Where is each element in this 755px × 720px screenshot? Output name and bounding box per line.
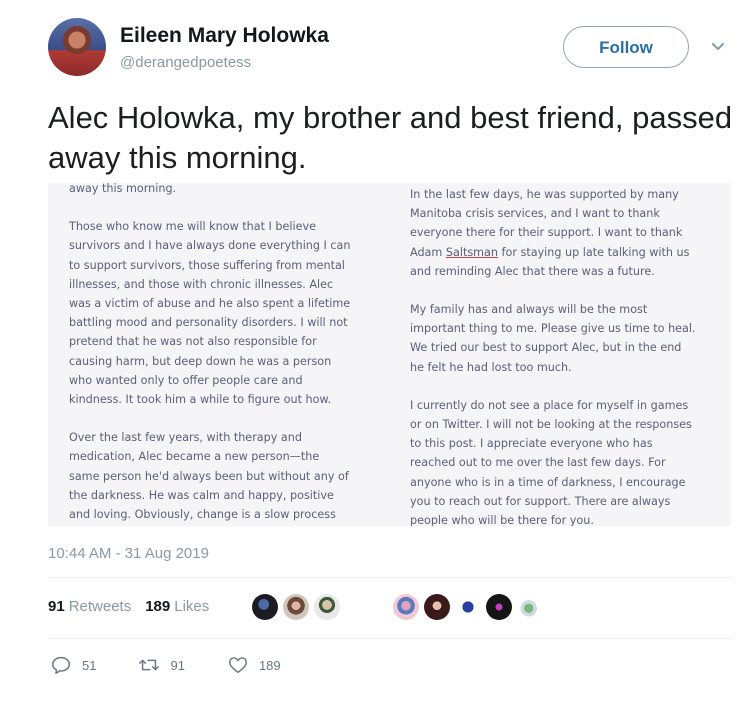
retweet-button[interactable]: 91 — [138, 654, 185, 676]
divider — [48, 638, 731, 639]
reply-icon — [52, 656, 70, 674]
author-name[interactable]: Eileen Mary Holowka — [120, 24, 329, 48]
like-button[interactable]: 189 — [227, 654, 281, 676]
image-paragraph: My family has and always will be the mos… — [410, 303, 696, 374]
chevron-down-icon[interactable] — [708, 36, 728, 56]
avatar[interactable] — [252, 594, 278, 620]
divider — [48, 577, 731, 578]
heart-icon — [228, 657, 247, 674]
attached-image[interactable]: away this morning. Those who know me wil… — [48, 183, 731, 526]
like-count: 189 — [258, 657, 281, 673]
follow-button[interactable]: Follow — [563, 26, 689, 68]
timestamp[interactable]: 10:44 AM - 31 Aug 2019 — [48, 545, 209, 562]
likes-count[interactable]: 189 — [145, 598, 170, 615]
retweets-count[interactable]: 91 — [48, 598, 65, 615]
engagement-stats: 91 Retweets 189 Likes — [48, 598, 223, 615]
image-paragraph: away this morning. — [69, 183, 177, 195]
avatar[interactable] — [393, 594, 419, 620]
image-paragraph: Those who know me will know that I belie… — [69, 220, 351, 407]
image-text-left: away this morning. Those who know me wil… — [69, 183, 369, 526]
avatar[interactable] — [455, 594, 481, 620]
image-paragraph: I currently do not see a place for mysel… — [410, 398, 692, 526]
tweet-text: Alec Holowka, my brother and best friend… — [48, 100, 733, 175]
avatar[interactable] — [424, 594, 450, 620]
image-paragraph: Over the last few years, with therapy an… — [69, 431, 349, 522]
retweet-count: 91 — [170, 657, 185, 673]
liker-avatars — [252, 594, 340, 620]
reply-count: 51 — [82, 657, 97, 673]
author-handle[interactable]: @derangedpoetess — [120, 54, 251, 71]
image-paragraph: In the last few days, he was supported b… — [410, 185, 720, 281]
avatar[interactable] — [486, 594, 512, 620]
liker-avatars — [393, 594, 543, 620]
likes-label[interactable]: Likes — [174, 598, 209, 615]
reply-button[interactable]: 51 — [50, 654, 96, 676]
avatar[interactable] — [283, 594, 309, 620]
image-text-right: In the last few days, he was supported b… — [410, 185, 720, 526]
avatar[interactable] — [517, 594, 543, 620]
image-text-name: Saltsman — [445, 245, 498, 259]
action-bar: 51 91 189 — [50, 654, 323, 676]
retweets-label[interactable]: Retweets — [69, 598, 132, 615]
retweet-icon — [139, 659, 160, 671]
avatar[interactable] — [48, 18, 106, 76]
avatar[interactable] — [314, 594, 340, 620]
